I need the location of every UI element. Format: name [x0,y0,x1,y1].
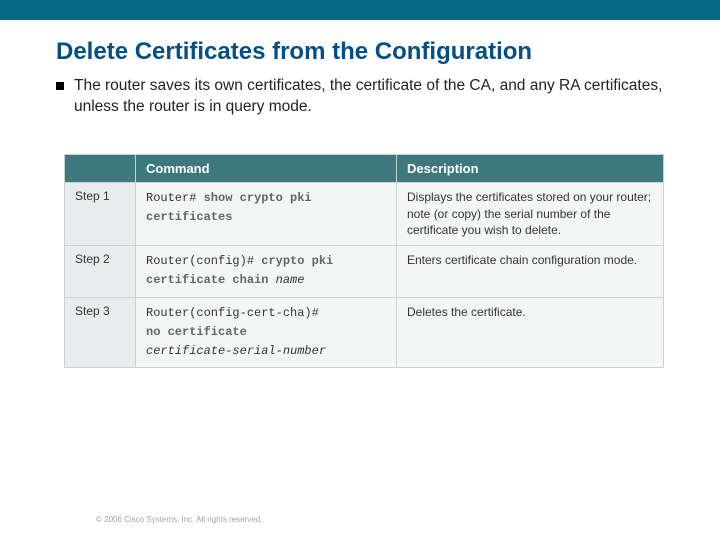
command-table-wrap: Command Description Step 1 Router# show … [56,154,672,368]
slide-content: Delete Certificates from the Configurati… [0,20,720,368]
step-label: Step 2 [65,246,136,297]
description-cell: Deletes the certificate. [397,297,664,368]
header-command: Command [136,154,397,182]
cmd-bold: no certificate [146,325,247,339]
cmd-arg: certificate-serial-number [146,344,326,358]
description-cell: Enters certificate chain configuration m… [397,246,664,297]
command-table: Command Description Step 1 Router# show … [64,154,664,368]
bullet-icon [56,82,64,90]
header-bar [0,0,720,20]
step-label: Step 3 [65,297,136,368]
copyright-footer: © 2006 Cisco Systems, Inc. All rights re… [96,515,262,524]
cmd-arg: name [268,273,304,287]
bullet-item: The router saves its own certificates, t… [56,76,672,118]
table-row: Step 1 Router# show crypto pki certifica… [65,182,664,245]
command-cell: Router(config-cert-cha)# no certificate … [136,297,397,368]
description-cell: Displays the certificates stored on your… [397,182,664,245]
bullet-text: The router saves its own certificates, t… [74,76,672,118]
cmd-prompt: Router# [146,191,204,205]
table-row: Step 3 Router(config-cert-cha)# no certi… [65,297,664,368]
table-row: Step 2 Router(config)# crypto pki certif… [65,246,664,297]
command-cell: Router# show crypto pki certificates [136,182,397,245]
page-title: Delete Certificates from the Configurati… [56,38,672,66]
header-description: Description [397,154,664,182]
cmd-prompt: Router(config-cert-cha)# [146,306,319,320]
header-blank [65,154,136,182]
table-header-row: Command Description [65,154,664,182]
cmd-prompt: Router(config)# [146,254,261,268]
step-label: Step 1 [65,182,136,245]
command-cell: Router(config)# crypto pki certificate c… [136,246,397,297]
